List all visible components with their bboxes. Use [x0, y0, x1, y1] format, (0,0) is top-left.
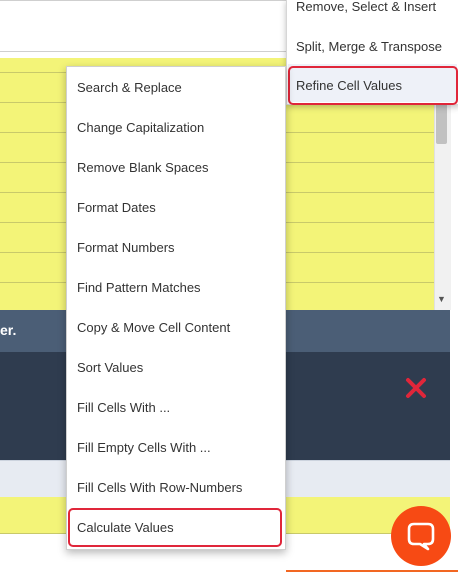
scroll-down-arrow-icon[interactable]: ▼: [436, 292, 447, 306]
chat-bubble-icon: [407, 522, 435, 551]
toolbar-input-field[interactable]: [0, 0, 298, 52]
menu-item-fill-cells-row-numbers[interactable]: Fill Cells With Row-Numbers: [77, 480, 242, 495]
menu-item-search-replace[interactable]: Search & Replace: [77, 80, 182, 95]
calculate-values-highlight: [68, 508, 282, 547]
menu-item-remove-blank-spaces[interactable]: Remove Blank Spaces: [77, 160, 209, 175]
menu-item-format-numbers[interactable]: Format Numbers: [77, 240, 175, 255]
dialog-header-text: er.: [0, 322, 17, 338]
menu-item-fill-empty-cells-with[interactable]: Fill Empty Cells With ...: [77, 440, 211, 455]
menu-item-find-pattern-matches[interactable]: Find Pattern Matches: [77, 280, 201, 295]
close-x-icon[interactable]: [404, 376, 428, 400]
menu-item-format-dates[interactable]: Format Dates: [77, 200, 156, 215]
menu-item-change-capitalization[interactable]: Change Capitalization: [77, 120, 204, 135]
bottom-accent-line: [286, 570, 458, 572]
refine-cell-values-highlight: [288, 66, 458, 105]
refine-cell-values-dropdown: Search & Replace Change Capitalization R…: [66, 66, 286, 550]
menu-item-remove-select-insert[interactable]: Remove, Select & Insert: [296, 0, 436, 14]
chat-launcher-button[interactable]: [391, 506, 451, 566]
menu-item-copy-move-cell-content[interactable]: Copy & Move Cell Content: [77, 320, 230, 335]
menu-item-sort-values[interactable]: Sort Values: [77, 360, 143, 375]
menu-item-fill-cells-with[interactable]: Fill Cells With ...: [77, 400, 170, 415]
grid-scrollbar-thumb[interactable]: [436, 100, 447, 144]
menu-item-split-merge-transpose[interactable]: Split, Merge & Transpose: [296, 39, 442, 54]
